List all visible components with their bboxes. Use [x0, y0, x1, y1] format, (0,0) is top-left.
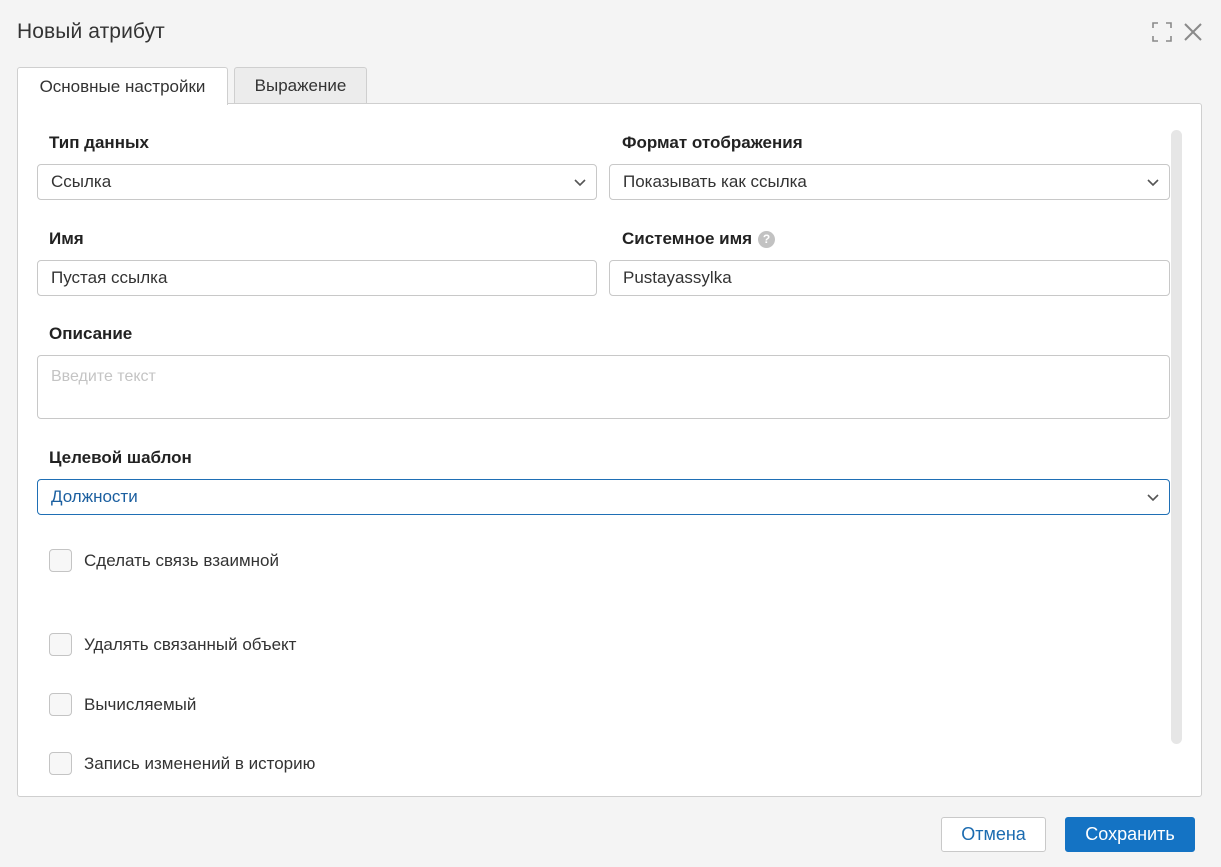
display-format-value: Показывать как ссылка	[623, 172, 807, 191]
description-placeholder: Введите текст	[51, 368, 156, 385]
computed-checkbox[interactable]	[49, 693, 72, 716]
mutual-link-checkbox-row[interactable]: Сделать связь взаимной	[49, 549, 279, 572]
name-value: Пустая ссылка	[51, 268, 168, 287]
chevron-down-icon	[1147, 494, 1159, 502]
description-label: Описание	[49, 324, 133, 343]
save-button[interactable]: Сохранить	[1065, 817, 1195, 852]
system-name-value: Pustayassylka	[623, 268, 732, 287]
close-icon[interactable]	[1182, 21, 1204, 43]
data-type-select[interactable]: Ссылка	[37, 164, 597, 200]
tab-basic-settings[interactable]: Основные настройки	[17, 67, 228, 105]
mutual-link-checkbox[interactable]	[49, 549, 72, 572]
name-input[interactable]: Пустая ссылка	[37, 260, 597, 296]
settings-panel: Тип данных Ссылка Формат отображения Пок…	[17, 103, 1202, 797]
tab-expression[interactable]: Выражение	[234, 67, 367, 103]
help-icon[interactable]: ?	[758, 231, 776, 248]
delete-linked-checkbox-row[interactable]: Удалять связанный объект	[49, 633, 296, 656]
history-checkbox-row[interactable]: Запись изменений в историю	[49, 752, 315, 775]
target-template-select[interactable]: Должности	[37, 479, 1170, 515]
history-checkbox[interactable]	[49, 752, 72, 775]
cancel-button[interactable]: Отмена	[941, 817, 1046, 852]
delete-linked-label: Удалять связанный объект	[84, 634, 297, 654]
chevron-down-icon	[1147, 179, 1159, 187]
data-type-value: Ссылка	[51, 172, 112, 191]
data-type-label: Тип данных	[49, 133, 149, 152]
display-format-label: Формат отображения	[622, 133, 803, 152]
chevron-down-icon	[574, 179, 586, 187]
mutual-link-label: Сделать связь взаимной	[84, 550, 279, 570]
target-template-label: Целевой шаблон	[49, 448, 192, 467]
system-name-label: Системное имя?	[622, 229, 776, 249]
dialog-title: Новый атрибут	[17, 20, 165, 43]
system-name-label-text: Системное имя	[622, 229, 753, 248]
computed-checkbox-row[interactable]: Вычисляемый	[49, 693, 196, 716]
scrollbar[interactable]	[1171, 130, 1182, 744]
expand-icon[interactable]	[1151, 21, 1173, 43]
system-name-input[interactable]: Pustayassylka	[609, 260, 1170, 296]
target-template-value: Должности	[51, 487, 138, 506]
computed-label: Вычисляемый	[84, 694, 197, 714]
name-label: Имя	[49, 229, 84, 248]
display-format-select[interactable]: Показывать как ссылка	[609, 164, 1170, 200]
delete-linked-checkbox[interactable]	[49, 633, 72, 656]
description-textarea[interactable]: Введите текст	[37, 355, 1170, 419]
history-label: Запись изменений в историю	[84, 753, 316, 773]
